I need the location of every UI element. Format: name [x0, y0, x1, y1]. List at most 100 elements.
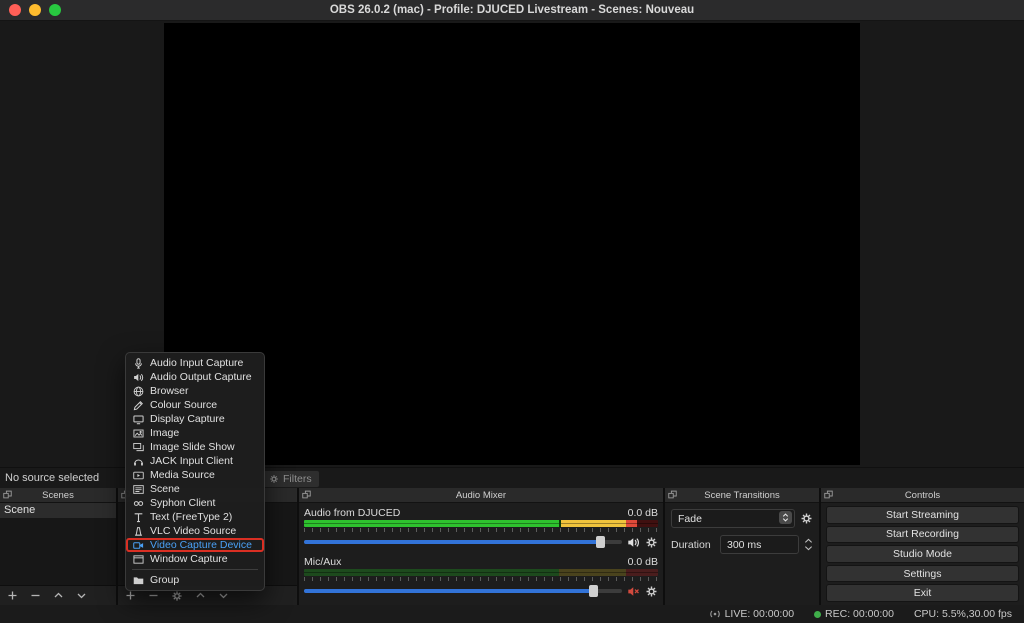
- exit-button[interactable]: Exit: [826, 584, 1019, 602]
- menu-item-text-freetype[interactable]: Text (FreeType 2): [126, 510, 264, 524]
- filters-button[interactable]: Filters: [261, 470, 320, 488]
- camera-icon: [133, 540, 144, 551]
- title-bar: OBS 26.0.2 (mac) - Profile: DJUCED Lives…: [0, 0, 1024, 21]
- volume-slider[interactable]: [304, 584, 622, 598]
- menu-item-video-capture-device[interactable]: Video Capture Device: [126, 538, 264, 552]
- menu-item-scene[interactable]: Scene: [126, 482, 264, 496]
- mixer-channel-mic: Mic/Aux 0.0 dB: [304, 555, 658, 598]
- menu-item-colour-source[interactable]: Colour Source: [126, 398, 264, 412]
- menu-item-vlc-video-source[interactable]: VLC Video Source: [126, 524, 264, 538]
- controls-body: Start Streaming Start Recording Studio M…: [821, 503, 1024, 605]
- gear-icon: [645, 585, 658, 598]
- plus-icon: [125, 590, 136, 601]
- duration-decrease-button[interactable]: [804, 545, 813, 551]
- transition-properties-button[interactable]: [800, 512, 813, 525]
- window-icon: [133, 554, 144, 565]
- channel-settings-button[interactable]: [645, 585, 658, 598]
- scene-list: Scene: [0, 503, 116, 586]
- jack-icon: [133, 456, 144, 467]
- add-scene-button[interactable]: [7, 590, 18, 601]
- menu-item-group[interactable]: Group: [126, 573, 264, 587]
- menu-item-label: VLC Video Source: [150, 525, 236, 537]
- add-source-menu: Audio Input Capture Audio Output Capture…: [125, 352, 265, 591]
- menu-item-label: Syphon Client: [150, 497, 215, 509]
- transition-value: Fade: [678, 513, 702, 525]
- menu-item-image-slide-show[interactable]: Image Slide Show: [126, 440, 264, 454]
- slider-fill: [304, 540, 600, 544]
- mute-button[interactable]: [627, 536, 640, 549]
- menu-item-window-capture[interactable]: Window Capture: [126, 552, 264, 566]
- source-properties-button[interactable]: [171, 590, 183, 602]
- preview-canvas[interactable]: [164, 23, 860, 465]
- globe-icon: [133, 386, 144, 397]
- slider-handle[interactable]: [596, 536, 605, 548]
- menu-item-label: Media Source: [150, 469, 215, 481]
- minimize-button[interactable]: [29, 4, 41, 16]
- audio-mixer-header: Audio Mixer: [299, 488, 663, 503]
- vlc-cone-icon: [133, 526, 144, 537]
- move-scene-up-button[interactable]: [53, 590, 64, 601]
- channel-settings-button[interactable]: [645, 536, 658, 549]
- rec-status: REC: 00:00:00: [814, 608, 894, 620]
- duration-increase-button[interactable]: [804, 538, 813, 544]
- window-title: OBS 26.0.2 (mac) - Profile: DJUCED Lives…: [0, 4, 1024, 16]
- menu-item-jack-input-client[interactable]: JACK Input Client: [126, 454, 264, 468]
- controls-header: Controls: [821, 488, 1024, 503]
- start-recording-button[interactable]: Start Recording: [826, 526, 1019, 544]
- chevron-down-icon: [804, 545, 813, 551]
- traffic-lights: [9, 4, 61, 16]
- dock-popout-icon: [3, 490, 12, 499]
- menu-item-display-capture[interactable]: Display Capture: [126, 412, 264, 426]
- menu-item-audio-output-capture[interactable]: Audio Output Capture: [126, 370, 264, 384]
- dock-popout-icon: [668, 490, 677, 499]
- text-icon: [133, 512, 144, 523]
- menu-item-label: Video Capture Device: [150, 539, 252, 551]
- image-icon: [133, 428, 144, 439]
- dock-popout-icon: [824, 490, 833, 499]
- unmute-button[interactable]: [627, 585, 640, 598]
- gear-icon: [645, 536, 658, 549]
- transition-select-stepper[interactable]: [779, 511, 792, 524]
- channel-level: 0.0 dB: [628, 507, 658, 519]
- menu-item-media-source[interactable]: Media Source: [126, 468, 264, 482]
- menu-separator: [132, 569, 258, 570]
- menu-item-audio-input-capture[interactable]: Audio Input Capture: [126, 356, 264, 370]
- menu-item-browser[interactable]: Browser: [126, 384, 264, 398]
- remove-scene-button[interactable]: [30, 590, 41, 601]
- record-dot-icon: [814, 611, 821, 618]
- remove-source-button[interactable]: [148, 590, 159, 601]
- move-source-up-button[interactable]: [195, 590, 206, 601]
- obs-window: OBS 26.0.2 (mac) - Profile: DJUCED Lives…: [0, 0, 1024, 623]
- slider-handle[interactable]: [589, 585, 598, 597]
- no-source-label: No source selected: [5, 468, 99, 488]
- minus-icon: [148, 590, 159, 601]
- broadcast-icon: [709, 608, 721, 620]
- chevron-up-icon: [195, 590, 206, 601]
- duration-field[interactable]: 300 ms: [720, 535, 799, 554]
- add-source-button[interactable]: [125, 590, 136, 601]
- start-streaming-button[interactable]: Start Streaming: [826, 506, 1019, 524]
- chevron-up-icon: [53, 590, 64, 601]
- transition-select[interactable]: Fade: [671, 509, 795, 528]
- volume-slider[interactable]: [304, 535, 622, 549]
- move-scene-down-button[interactable]: [76, 590, 87, 601]
- settings-button[interactable]: Settings: [826, 565, 1019, 583]
- paintbrush-icon: [133, 400, 144, 411]
- display-icon: [133, 414, 144, 425]
- menu-item-label: JACK Input Client: [150, 455, 233, 467]
- updown-arrows-icon: [781, 512, 790, 523]
- scene-transitions-title: Scene Transitions: [704, 490, 780, 501]
- scene-transitions-header: Scene Transitions: [665, 488, 819, 503]
- close-button[interactable]: [9, 4, 21, 16]
- scene-list-item[interactable]: Scene: [0, 503, 116, 518]
- menu-item-image[interactable]: Image: [126, 426, 264, 440]
- fullscreen-button[interactable]: [49, 4, 61, 16]
- duration-value: 300 ms: [727, 539, 761, 551]
- chevron-down-icon: [76, 590, 87, 601]
- menu-item-label: Window Capture: [150, 553, 228, 565]
- menu-item-label: Group: [150, 574, 179, 586]
- move-source-down-button[interactable]: [218, 590, 229, 601]
- studio-mode-button[interactable]: Studio Mode: [826, 545, 1019, 563]
- menu-item-syphon-client[interactable]: Syphon Client: [126, 496, 264, 510]
- rec-time: REC: 00:00:00: [825, 608, 894, 620]
